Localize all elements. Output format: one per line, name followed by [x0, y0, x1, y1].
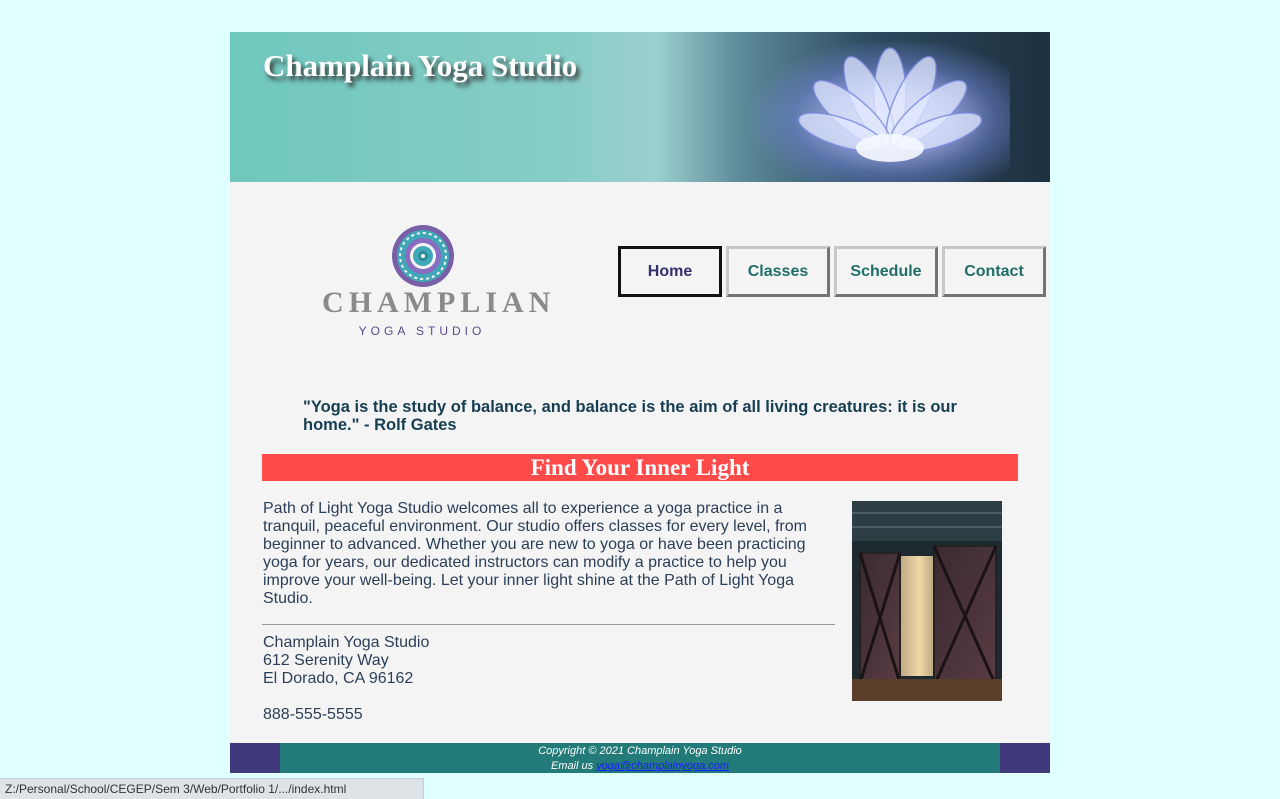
barn-door-photo: [852, 501, 1002, 701]
mandala-icon: [392, 225, 454, 287]
intro-paragraph: Path of Light Yoga Studio welcomes all t…: [263, 500, 807, 607]
footer-email-line: Email us yoga@champlainyoga.com: [230, 759, 1050, 773]
nav-classes-button[interactable]: Classes: [726, 246, 830, 297]
logo-subtitle: YOGA STUDIO: [358, 324, 486, 338]
page-footer: Copyright © 2021 Champlain Yoga Studio E…: [230, 743, 1050, 773]
page-wrapper: Champlain Yoga Studio CHAMPLIAN YOGA STU…: [230, 32, 1050, 773]
yoga-quote: "Yoga is the study of balance, and balan…: [303, 398, 957, 434]
email-link[interactable]: yoga@champlainyoga.com: [596, 760, 729, 772]
header-banner: Champlain Yoga Studio: [230, 32, 1050, 182]
nav-home-button[interactable]: Home: [618, 246, 722, 297]
footer-email-prefix: Email us: [550, 760, 594, 772]
address-name: Champlain Yoga Studio: [263, 634, 430, 651]
site-title: Champlain Yoga Studio: [263, 48, 578, 83]
main-nav: Home Classes Schedule Contact: [618, 246, 1046, 297]
address-city: El Dorado, CA 96162: [263, 670, 414, 687]
nav-schedule-button[interactable]: Schedule: [834, 246, 938, 297]
section-heading: Find Your Inner Light: [262, 454, 1018, 481]
divider: [262, 624, 835, 625]
address-street: 612 Serenity Way: [263, 652, 389, 669]
lotus-flower-icon: [797, 47, 983, 162]
studio-logo: CHAMPLIAN YOGA STUDIO: [322, 224, 556, 342]
logo-wordmark: CHAMPLIAN: [322, 286, 556, 319]
studio-address: Champlain Yoga Studio 612 Serenity Way E…: [263, 634, 429, 688]
nav-contact-button[interactable]: Contact: [942, 246, 1046, 297]
footer-copyright: Copyright © 2021 Champlain Yoga Studio: [538, 745, 742, 757]
browser-status-bar: Z:/Personal/School/CEGEP/Sem 3/Web/Portf…: [0, 778, 424, 799]
phone-number: 888-555-5555: [263, 706, 363, 723]
